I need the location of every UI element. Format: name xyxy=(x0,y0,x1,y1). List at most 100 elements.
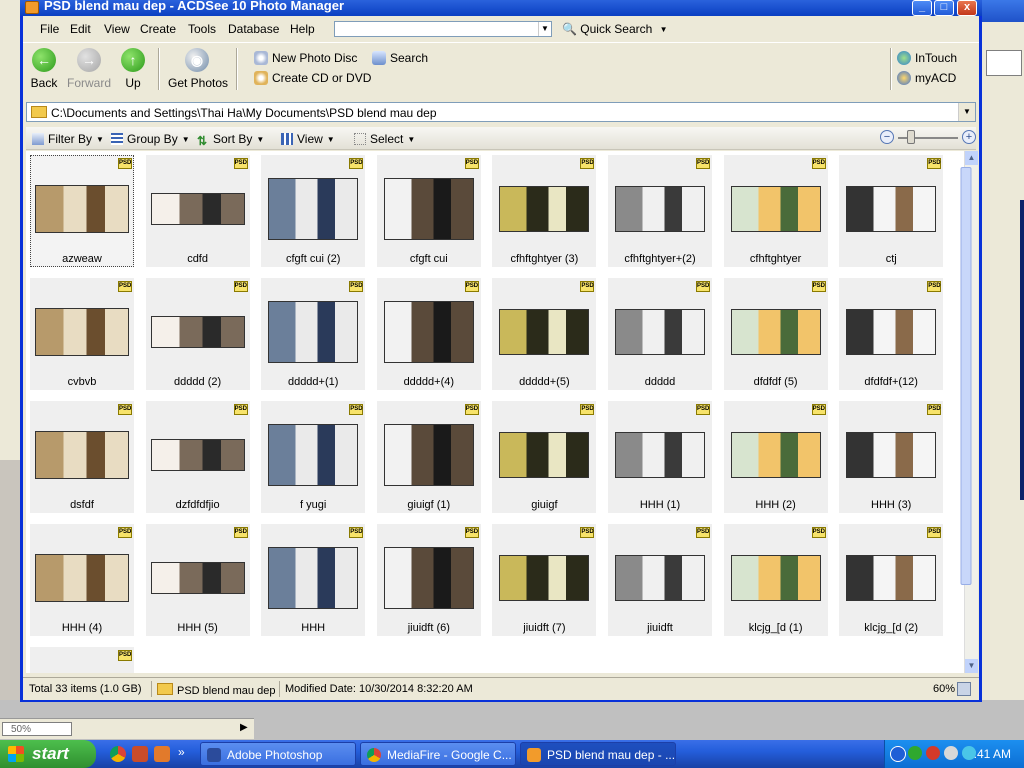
file-tile[interactable]: PSD cfgft cui (2) xyxy=(261,155,366,267)
tray-back-icon[interactable] xyxy=(890,746,906,762)
thumbnail-image xyxy=(499,432,590,478)
address-dropdown-icon[interactable]: ▼ xyxy=(958,103,975,121)
volume-icon[interactable] xyxy=(944,746,958,760)
back-button[interactable]: ← Back xyxy=(22,48,66,90)
menu-help[interactable]: Help xyxy=(290,22,315,36)
task-acdsee[interactable]: PSD blend mau dep - ... xyxy=(520,742,676,766)
scroll-down-icon[interactable]: ▼ xyxy=(965,659,978,673)
file-tile[interactable]: PSD dfdfdf (5) xyxy=(723,278,828,390)
file-tile[interactable]: PSD dsfdf xyxy=(30,401,134,513)
file-tile[interactable]: PSD ddddd+(1) xyxy=(261,278,366,390)
file-tile[interactable]: PSD ctj xyxy=(839,155,944,267)
chrome-icon[interactable] xyxy=(110,746,126,762)
quicklaunch-more-icon[interactable]: » xyxy=(178,746,194,762)
filter-by-label: Filter By xyxy=(48,132,93,146)
minimize-button[interactable]: _ xyxy=(912,0,932,16)
security-shield-icon[interactable] xyxy=(908,746,922,760)
maximize-button[interactable]: □ xyxy=(934,0,954,16)
file-name: ddddd+(5) xyxy=(519,376,570,388)
search-button[interactable]: Search xyxy=(372,51,428,65)
psd-badge-icon: PSD xyxy=(233,527,248,538)
file-tile[interactable]: PSD cfhftghtyer (3) xyxy=(492,155,597,267)
task-photoshop[interactable]: Adobe Photoshop xyxy=(200,742,356,766)
get-photos-button[interactable]: ◉ Get Photos xyxy=(168,48,228,90)
status-folder: PSD blend mau dep xyxy=(157,683,275,697)
preview-toggle-icon[interactable] xyxy=(957,682,971,696)
start-button[interactable]: start xyxy=(0,740,96,768)
file-tile[interactable]: PSD giuigf (1) xyxy=(376,401,481,513)
scroll-up-icon[interactable]: ▲ xyxy=(965,151,978,165)
file-name: cdfd xyxy=(187,253,208,265)
search-combo-box[interactable]: ▼ xyxy=(334,21,552,37)
file-tile[interactable]: PSD HHH (1) xyxy=(608,401,712,513)
vertical-scrollbar[interactable]: ▲ ▼ xyxy=(960,151,978,673)
zoom-out-icon[interactable]: − xyxy=(880,130,894,144)
address-bar[interactable]: C:\Documents and Settings\Thai Ha\My Doc… xyxy=(26,102,976,122)
myacd-button[interactable]: myACD xyxy=(897,71,956,85)
file-tile[interactable]: PSD ddddd+(5) xyxy=(492,278,597,390)
menu-database[interactable]: Database xyxy=(228,22,279,36)
view-button[interactable]: View ▼ xyxy=(281,132,335,146)
file-tile[interactable]: PSD giuigf xyxy=(492,401,597,513)
select-button[interactable]: Select ▼ xyxy=(354,132,415,146)
forward-button[interactable]: → Forward xyxy=(67,48,111,90)
background-play-icon[interactable]: ▶ xyxy=(240,722,254,736)
file-tile[interactable]: PSD azweaw xyxy=(30,155,134,267)
file-tile[interactable]: PSD klcjg_[d (2) xyxy=(839,524,944,636)
background-window-buttons[interactable] xyxy=(982,0,1024,22)
network-icon[interactable] xyxy=(962,746,976,760)
file-tile[interactable]: PSD HHH (5) xyxy=(145,524,250,636)
create-cd-button[interactable]: Create CD or DVD xyxy=(254,71,371,85)
file-tile[interactable]: PSD cdfd xyxy=(145,155,250,267)
filter-by-button[interactable]: Filter By ▼ xyxy=(32,132,104,146)
file-tile[interactable]: PSD dfdfdf+(12) xyxy=(839,278,944,390)
file-tile[interactable]: PSD ddddd (2) xyxy=(145,278,250,390)
file-tile[interactable]: PSD cvbvb xyxy=(30,278,134,390)
task-acdsee-label: PSD blend mau dep - ... xyxy=(547,748,676,762)
file-tile[interactable]: PSD dzfdfdfjio xyxy=(145,401,250,513)
file-tile[interactable]: PSD cfhftghtyer xyxy=(723,155,828,267)
menu-create[interactable]: Create xyxy=(140,22,176,36)
group-by-button[interactable]: Group By ▼ xyxy=(111,132,190,146)
antivirus-icon[interactable] xyxy=(926,746,940,760)
background-field[interactable] xyxy=(986,50,1022,76)
file-tile[interactable]: PSD cfgft cui xyxy=(376,155,481,267)
file-tile[interactable]: PSD xyxy=(30,647,134,673)
quicklaunch-app-icon[interactable] xyxy=(154,746,170,762)
menu-edit[interactable]: Edit xyxy=(70,22,91,36)
zoom-in-icon[interactable]: + xyxy=(962,130,976,144)
thumbnail-image xyxy=(35,185,129,233)
intouch-button[interactable]: InTouch xyxy=(897,51,957,65)
file-tile[interactable]: PSD HHH (4) xyxy=(30,524,134,636)
file-list-pane[interactable]: PSD azweaw PSD cdfd PSD cfgft cui (2) PSD cfgft… xyxy=(26,151,964,673)
background-zoom-field[interactable]: 50% xyxy=(2,722,72,736)
quicklaunch-app-icon[interactable] xyxy=(132,746,148,762)
close-button[interactable]: x xyxy=(957,0,977,16)
quick-search-button[interactable]: 🔍 Quick Search ▼ xyxy=(562,22,668,36)
combo-dropdown-icon[interactable]: ▼ xyxy=(538,22,551,36)
file-tile[interactable]: PSD jiuidft (7) xyxy=(492,524,597,636)
file-tile[interactable]: PSD HHH (2) xyxy=(723,401,828,513)
file-tile[interactable]: PSD ddddd+(4) xyxy=(376,278,481,390)
file-tile[interactable]: PSD HHH xyxy=(261,524,366,636)
file-tile[interactable]: PSD ddddd xyxy=(608,278,712,390)
quick-search-label: Quick Search xyxy=(580,22,653,36)
task-chrome[interactable]: MediaFire - Google C... xyxy=(360,742,516,766)
title-bar[interactable]: PSD blend mau dep - ACDSee 10 Photo Mana… xyxy=(20,0,982,16)
task-photoshop-label: Adobe Photoshop xyxy=(227,748,323,762)
zoom-slider-thumb[interactable] xyxy=(907,130,915,144)
psd-badge-icon: PSD xyxy=(927,404,942,415)
file-tile[interactable]: PSD f yugi xyxy=(261,401,366,513)
file-tile[interactable]: PSD HHH (3) xyxy=(839,401,944,513)
menu-view[interactable]: View xyxy=(104,22,130,36)
new-photo-disc-button[interactable]: New Photo Disc xyxy=(254,51,357,65)
file-tile[interactable]: PSD jiuidft (6) xyxy=(376,524,481,636)
menu-tools[interactable]: Tools xyxy=(188,22,216,36)
scroll-thumb[interactable] xyxy=(960,167,972,585)
sort-by-button[interactable]: ⇅ Sort By ▼ xyxy=(197,132,264,147)
file-tile[interactable]: PSD jiuidft xyxy=(608,524,712,636)
menu-file[interactable]: File xyxy=(40,22,59,36)
up-button[interactable]: ↑ Up xyxy=(111,48,155,90)
file-tile[interactable]: PSD klcjg_[d (1) xyxy=(723,524,828,636)
file-tile[interactable]: PSD cfhftghtyer+(2) xyxy=(608,155,712,267)
